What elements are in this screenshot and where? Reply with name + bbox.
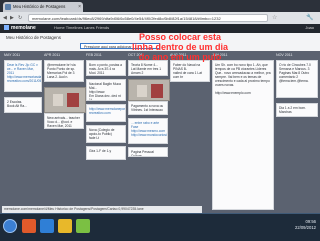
board-column: OCT 2011 Teoria 8 Nome 4... Lat Mamie em… [128, 51, 170, 213]
board-column: AUG 2011 Faber do Naval na PINAS B- nail… [170, 51, 210, 213]
status-url: memolane.com/memolane/4/Meu Historico de… [2, 206, 202, 213]
card[interactable]: O rio de Cincubes 7.0 Semana e Marcus. 3… [276, 60, 318, 98]
board-column: APR 2011 @memolane br! via Ponto Ponto d… [44, 51, 86, 213]
url-input[interactable]: memolane.com/teaboard/ds/96ec8/2969/dfa9… [28, 14, 268, 22]
favicon-icon [5, 4, 11, 10]
card[interactable]: Pagina Pessoal Cultura [128, 147, 168, 157]
column-header: NOV 2011 [276, 53, 293, 57]
board-column: MAY 2011 Dear ls Rev Jjo GC v ce... e Ra… [4, 51, 42, 213]
folder-taskbar-icon[interactable] [58, 219, 72, 233]
column-header: APR 2011 [44, 53, 61, 57]
card[interactable]: ... entre rabo e arte Fase http://www.me… [128, 118, 168, 144]
start-button-icon[interactable] [3, 219, 17, 233]
browser-tab-bar: Meu Histórico de Postagens × [0, 0, 320, 12]
explorer-taskbar-icon[interactable] [40, 219, 54, 233]
card[interactable]: Dia 1 a 2 em bom. Marchas [276, 103, 318, 117]
reload-icon[interactable]: ↻ [18, 15, 22, 21]
column-header: MAY 2011 [4, 53, 21, 57]
tab-title: Meu Histórico de Postagens [13, 4, 66, 9]
grid-icon [4, 25, 9, 30]
address-bar-row: ◀ ▶ ↻ memolane.com/teaboard/ds/96ec8/296… [0, 12, 320, 24]
settings-wrench-icon[interactable]: 🔧 [306, 14, 313, 21]
card-photo[interactable] [128, 79, 170, 101]
card[interactable]: @memolane br! via Ponto Ponto de sp. Mem… [44, 60, 84, 82]
card[interactable]: Nova (Colegio de apoio-to Public) fade L… [86, 125, 126, 143]
back-icon[interactable]: ◀ [3, 15, 7, 21]
clock-date: 22/09/2012 [295, 225, 316, 230]
overlay-annotation: Posso colocar esta linha dentro de um di… [132, 32, 229, 62]
card[interactable]: Um Sh. com bo novo tipo 1. Ah, que tempo… [212, 60, 274, 210]
card[interactable]: Bom o ponto, postas a mais. A ra 3S 4 ra… [86, 60, 126, 76]
browser-tab[interactable]: Meu Histórico de Postagens × [3, 2, 83, 12]
forward-icon[interactable]: ▶ [10, 15, 14, 21]
card[interactable]: Gira 1-F de 1-y [86, 146, 126, 160]
board-title: Meu Histórico de Postagens [6, 35, 61, 40]
board-column: JAN 2011 Um Sh. com bo novo tipo 1. Ah, … [212, 51, 274, 213]
user-name[interactable]: Joao [305, 25, 314, 30]
app-logo[interactable]: memolane [4, 25, 36, 31]
browser-taskbar-icon[interactable] [22, 219, 36, 233]
card-photo[interactable] [44, 87, 86, 113]
app-taskbar-icon[interactable] [76, 219, 90, 233]
os-taskbar: memolane.com/memolane/4/Meu Historico de… [0, 206, 320, 241]
card[interactable]: Nacional Baglin Muca Mal... http://www. … [86, 79, 126, 101]
card[interactable]: New arrivals... teacher Voco d... @oot. … [44, 113, 84, 129]
card[interactable]: Faber do Naval na PINAS B- nailed de car… [170, 60, 210, 82]
system-clock[interactable]: 09:56 22/09/2012 [295, 219, 316, 231]
app-nav[interactable]: Home Timelines Lanes Friends [54, 25, 109, 30]
tab-close-icon[interactable]: × [78, 2, 81, 12]
board-area: MAY 2011 Dear ls Rev Jjo GC v ce... e Ra… [0, 51, 320, 213]
card[interactable]: Dear ls Rev Jjo GC v ce... e Raven Mar, … [4, 60, 42, 92]
column-header: FEB 2011 [86, 53, 102, 57]
bookmark-star-icon[interactable]: ☆ [272, 14, 277, 21]
card[interactable]: http://www.memolaneportal.com/paper-recr… [86, 104, 126, 122]
board-column: FEB 2011 Bom o ponto, postas a mais. A r… [86, 51, 126, 213]
card[interactable]: Teoria 8 Nome 4... Lat Mamie em tres 1 A… [128, 60, 168, 76]
board-column: NOV 2011 O rio de Cincubes 7.0 Semana e … [276, 51, 318, 213]
card[interactable]: 2 Escolas. Book Alt Ra... @escolas 2011-… [4, 97, 42, 113]
card[interactable]: Pagamento a nova ou Vitrines. 1st Intera… [128, 101, 168, 115]
